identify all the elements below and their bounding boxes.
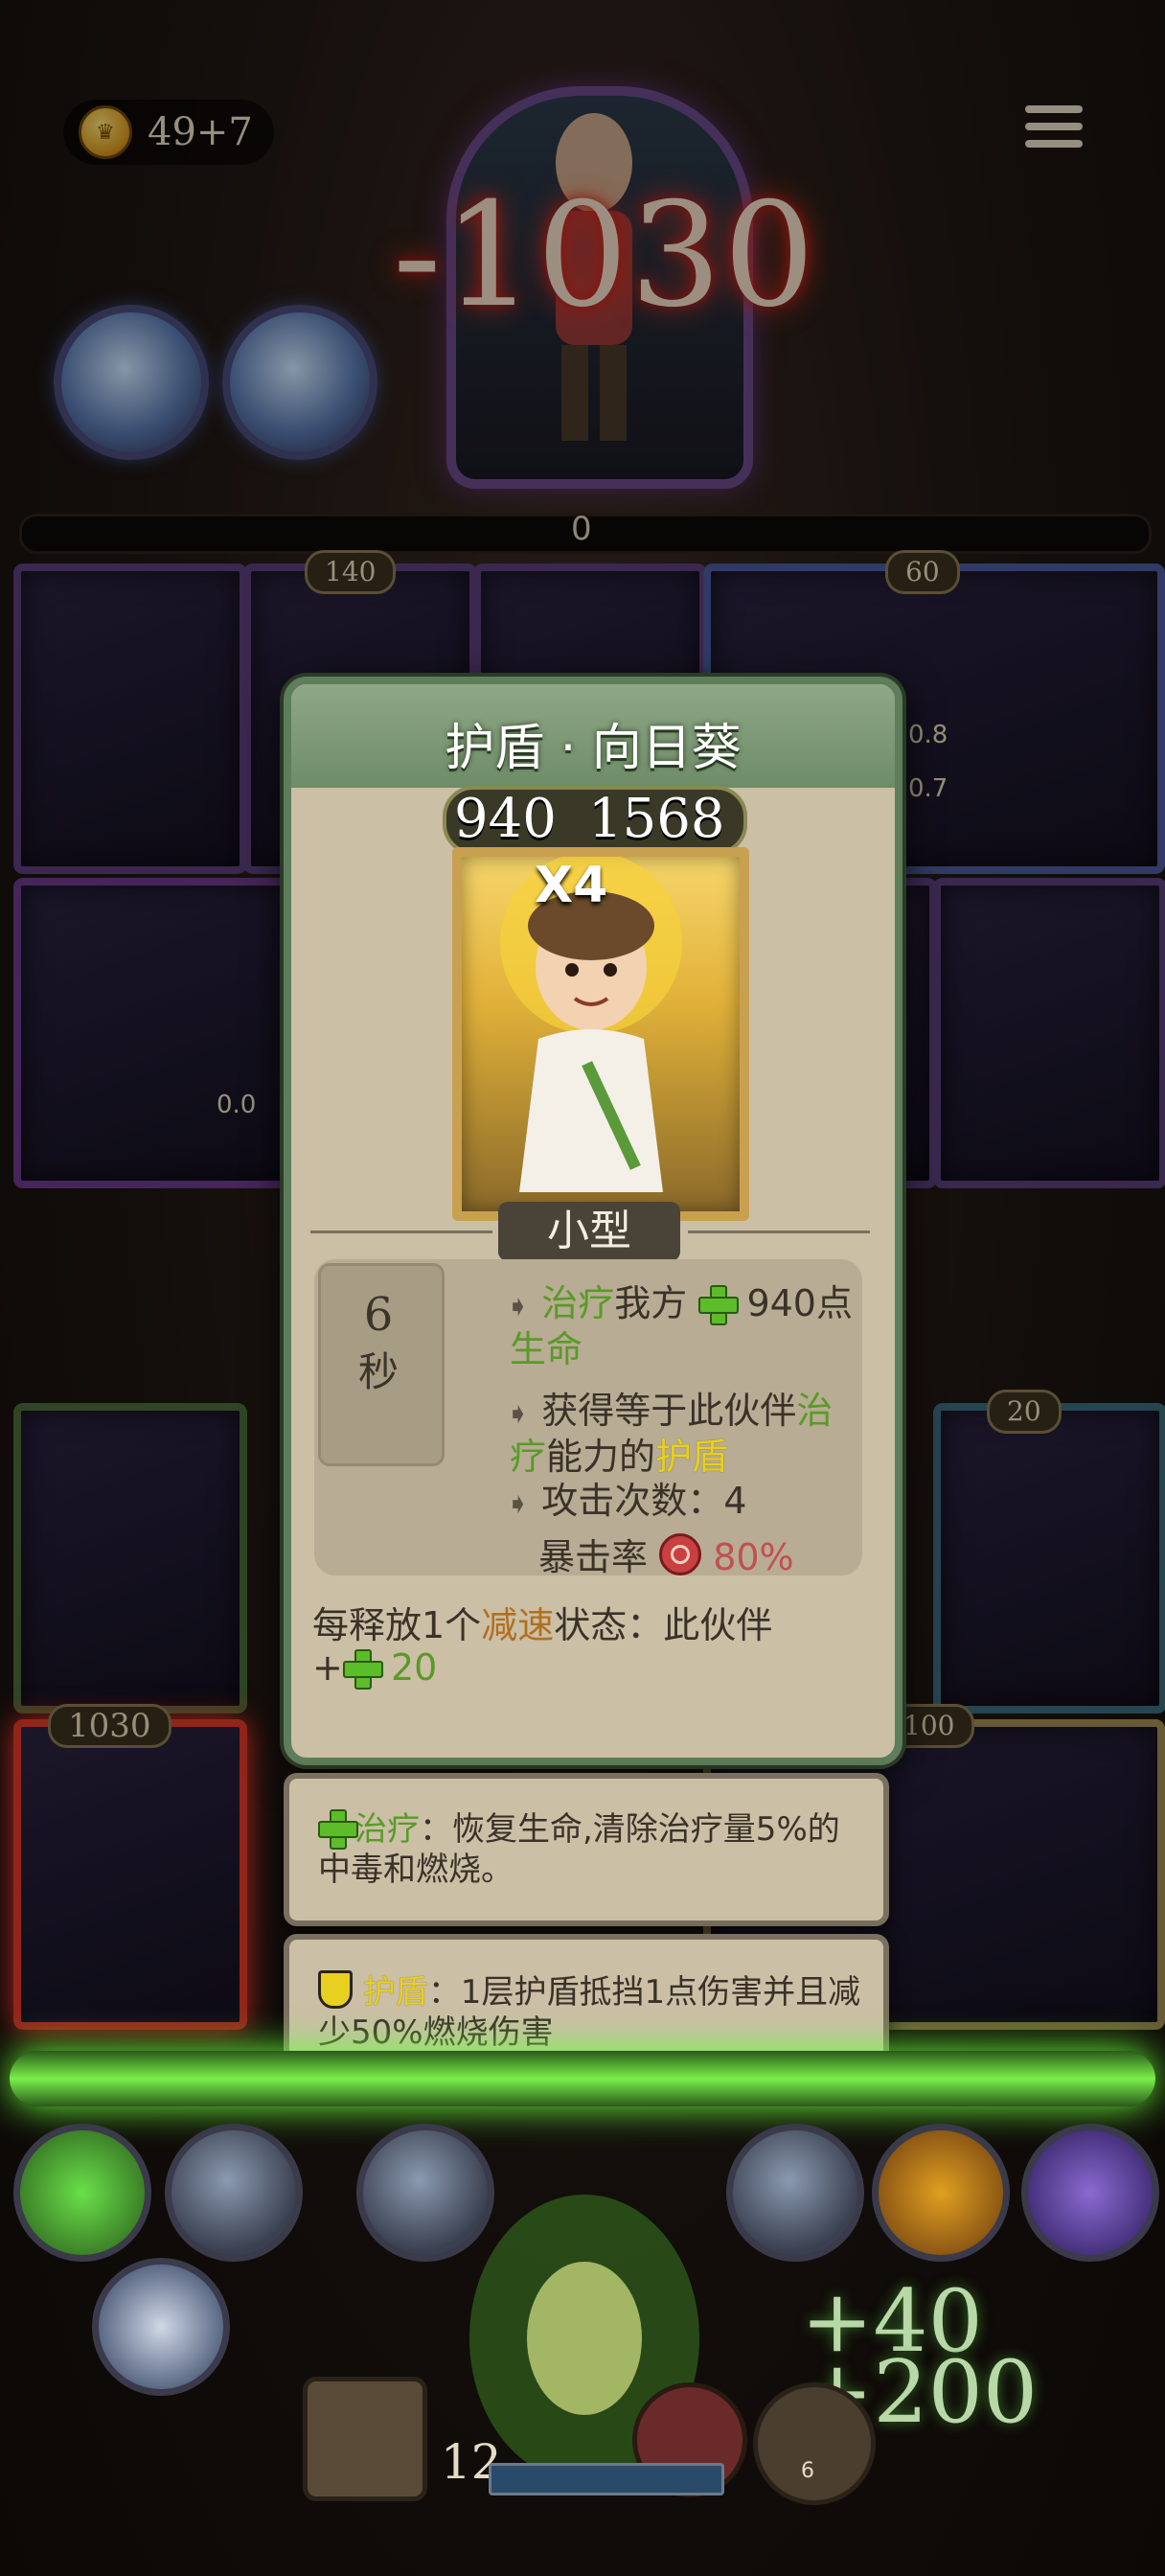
skill-orb-vortex[interactable]: [92, 2258, 230, 2396]
skill-line-heal: ➧ 治疗我方 940点 生命: [506, 1282, 853, 1370]
crit-target-icon: [659, 1533, 702, 1576]
heal-cross-icon: [342, 1649, 383, 1690]
card-detail-popup: 护盾 · 向日葵 940 1568 X4 小型 6 秒 ➧ 治疗我方 940点 …: [284, 677, 902, 1765]
arrow-icon: ➧: [506, 1290, 531, 1323]
skill-line-shield: ➧ 获得等于此伙伴治 疗能力的护盾: [506, 1390, 834, 1478]
heal-tooltip: 治疗：恢复生命,清除治疗量5%的 中毒和燃烧。: [284, 1773, 889, 1926]
backpack-icon[interactable]: [303, 2377, 427, 2501]
heal-cross-icon: [318, 1809, 358, 1850]
card-multiplier: X4: [535, 857, 608, 914]
skill-line-crit: 暴击率 80%: [538, 1533, 895, 1578]
heal-cross-icon: [698, 1285, 740, 1325]
skill-orb-heal[interactable]: [13, 2124, 151, 2262]
skill-orb-shield[interactable]: [872, 2124, 1010, 2262]
cooldown-value: 6: [363, 1288, 394, 1342]
player-health-bar: [10, 2051, 1155, 2106]
divider-right: [688, 1230, 870, 1233]
arrow-icon: ➧: [506, 1487, 531, 1521]
divider-left: [310, 1230, 492, 1233]
game-stage: ♛ 49+7 -1030 0 140 60 0.8 0.7 0.0 20 103…: [0, 0, 1165, 2576]
cooldown-unit: 秒: [357, 1348, 399, 1395]
trophy-icon[interactable]: [753, 2382, 876, 2505]
skill-orb-spirit[interactable]: [165, 2124, 303, 2262]
popup-title: 护盾 · 向日葵: [445, 720, 742, 777]
stat-shield: 1568: [588, 788, 725, 850]
experience-bar: [489, 2463, 724, 2496]
size-tag: 小型: [498, 1202, 680, 1261]
skill-orb-wolf[interactable]: [1021, 2124, 1159, 2262]
stat-heal: 940: [454, 788, 557, 850]
shield-icon: [318, 1970, 353, 2009]
arrow-icon: ➧: [506, 1397, 531, 1431]
passive-text: 每释放1个减速状态：此伙伴 + 20: [312, 1604, 773, 1690]
trophy-count: 6: [801, 2459, 814, 2483]
skill-line-attacks: ➧ 攻击次数：4: [506, 1480, 747, 1522]
